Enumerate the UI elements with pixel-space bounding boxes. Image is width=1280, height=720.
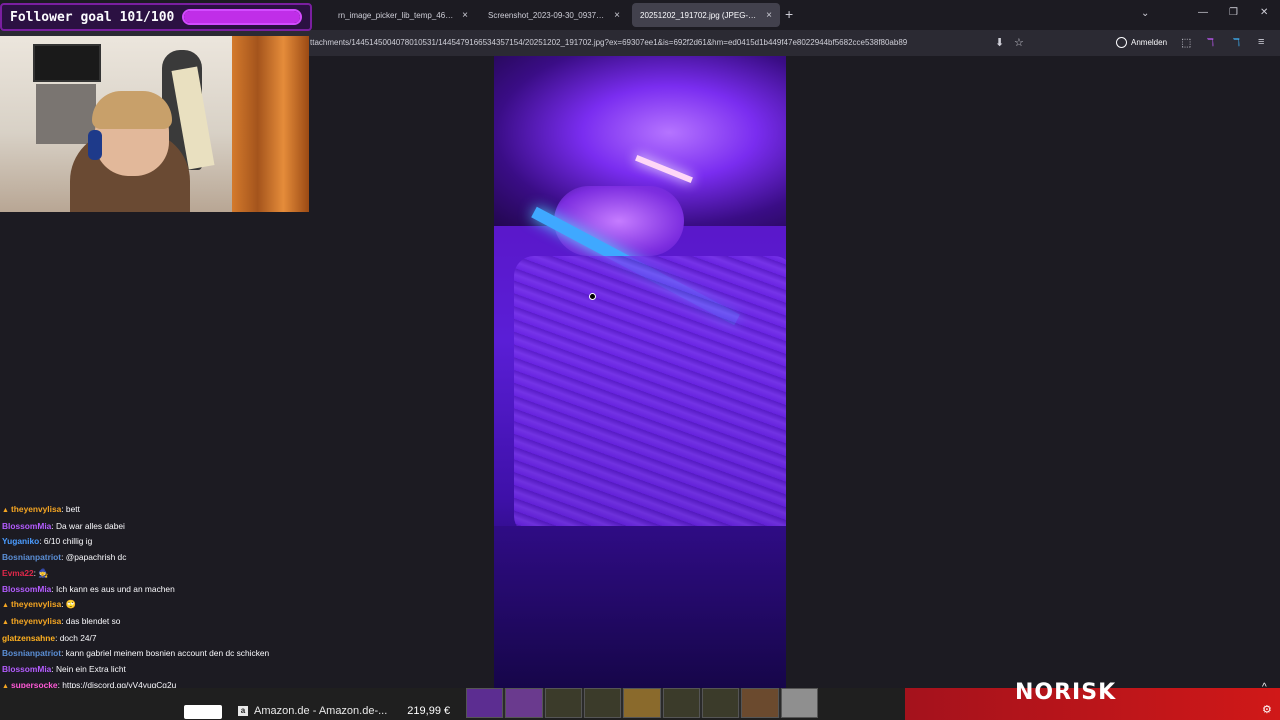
amazon-icon: a (238, 706, 248, 716)
webcam-streamer-hair (92, 91, 172, 129)
hotbar-slot (623, 688, 661, 718)
download-icon[interactable]: ⬇ (995, 36, 1004, 49)
tab-label: Screenshot_2023-09-30_093754.png (488, 10, 609, 20)
chat-text: : Nein ein Extra licht (51, 664, 126, 675)
amazon-label: Amazon.de - Amazon.de-... (254, 705, 388, 717)
mouse-cursor-icon (589, 293, 596, 300)
webcam-feed (0, 36, 309, 212)
hotbar-slot (505, 688, 543, 718)
badge-icon: ▲ (2, 602, 9, 610)
close-icon[interactable]: × (766, 10, 772, 21)
webcam-tv (33, 44, 101, 82)
photo-floor (494, 526, 786, 688)
chat-message: Bosnianpatriot: kann gabriel meinem bosn… (0, 646, 310, 662)
chat-message: glatzensahne: doch 24/7 (0, 631, 310, 647)
extension-blue-icon[interactable]: ℸ (1233, 36, 1240, 49)
close-icon[interactable]: × (614, 10, 620, 21)
follower-goal-fill (184, 11, 300, 23)
extension-purple-icon[interactable]: ℸ (1207, 36, 1214, 49)
restore-icon[interactable]: ❐ (1229, 7, 1238, 18)
tab-screenshot[interactable]: Screenshot_2023-09-30_093754.png × (480, 3, 628, 27)
badge-icon: ▲ (2, 507, 9, 514)
hotbar-slot (466, 688, 504, 718)
menu-icon[interactable]: ≡ (1258, 36, 1264, 48)
blank-tile (184, 705, 222, 719)
minimize-icon[interactable]: — (1198, 7, 1208, 18)
chat-username: glatzensahne (2, 632, 56, 643)
chat-text: : 🙄 (61, 599, 77, 610)
chat-message: Bosnianpatriot: @papachrish dc (0, 550, 310, 566)
account-icon (1116, 37, 1127, 48)
hotbar-slot (780, 688, 818, 718)
amazon-price: 219,99 € (407, 705, 451, 717)
tab-jpeg-active[interactable]: 20251202_191702.jpg (JPEG-Grafik × (632, 3, 780, 27)
tab-label: rn_image_picker_lib_temp_46a716e (338, 10, 457, 20)
stream-screen: rn_image_picker_lib_temp_46a716e × Scree… (0, 0, 1280, 720)
url-bar[interactable]: ttachments/1445145004078010531/144547916… (310, 30, 990, 56)
chevron-up-icon: ^ (1262, 682, 1267, 693)
close-icon[interactable]: × (462, 10, 468, 21)
chat-message: BlossomMia: Nein ein Extra licht (0, 662, 310, 678)
chat-username: BlossomMia (2, 583, 52, 594)
hotbar-slot (662, 688, 700, 718)
bedroom-photo[interactable] (494, 56, 786, 688)
hotbar-slot (701, 688, 740, 718)
photo-blanket (514, 256, 786, 536)
photo-pillows (554, 186, 684, 256)
headset-icon (88, 130, 102, 160)
new-tab-button[interactable]: + (785, 6, 793, 22)
badge-icon: ▲ (2, 618, 9, 626)
close-window-icon[interactable]: ✕ (1260, 7, 1268, 18)
chat-message: BlossomMia: Ich kann es aus und an mache… (0, 582, 310, 598)
tab-image-picker[interactable]: rn_image_picker_lib_temp_46a716e × (330, 3, 476, 27)
chat-text: : Da war alles dabei (51, 520, 125, 531)
tab-label: 20251202_191702.jpg (JPEG-Grafik (640, 10, 761, 20)
chevron-down-icon[interactable]: ⌄ (1141, 8, 1149, 19)
chat-text: : doch 24/7 (55, 632, 97, 643)
amazon-tab-item[interactable]: a Amazon.de - Amazon.de-... 219,99 € (238, 700, 458, 720)
chat-text: : Ich kann es aus und an machen (51, 583, 175, 594)
sponsor-brand-text: NORISK (1015, 680, 1117, 705)
chat-username: BlossomMia (2, 520, 52, 531)
game-hotbar (466, 688, 818, 718)
chat-text: : das blendet so (61, 615, 121, 626)
chat-username: theyenvylisa (11, 599, 62, 610)
follower-goal-bar (182, 9, 302, 25)
chat-message: Yuganiko: 6/10 chillig ig (0, 534, 310, 550)
chat-username: Bosnianpatriot (2, 552, 62, 563)
chat-username: theyenvylisa (11, 504, 62, 514)
hotbar-slot (544, 688, 582, 718)
bookmark-star-icon[interactable]: ☆ (1014, 36, 1024, 49)
chat-username: Bosnianpatriot (2, 648, 62, 659)
chat-text: : 6/10 chillig ig (39, 536, 93, 547)
gear-icon: ⚙ (1262, 704, 1272, 716)
follower-goal-widget: Follower goal 101/100 (0, 3, 312, 31)
hotbar-slot (583, 688, 622, 718)
webcam-shelf (36, 84, 96, 144)
chat-text: : 🧙 (33, 567, 49, 578)
chat-username: BlossomMia (2, 664, 52, 675)
chat-message: Evma22: 🧙 (0, 566, 310, 582)
chat-message: ▲ theyenvylisa: 🙄 (0, 597, 310, 614)
chat-message: ▲ theyenvylisa: bett (0, 502, 310, 519)
chat-text: : kann gabriel meinem bosnien account de… (61, 648, 270, 659)
hotbar-slot (741, 688, 779, 718)
chat-text: : @papachrish dc (61, 552, 127, 563)
chat-text: : bett (61, 504, 80, 514)
chat-message: ▲ theyenvylisa: das blendet so (0, 614, 310, 631)
chat-username: theyenvylisa (11, 615, 62, 626)
chat-message: BlossomMia: Da war alles dabei (0, 519, 310, 535)
sign-in-label: Anmelden (1131, 38, 1168, 47)
webcam-curtain (232, 36, 309, 212)
extensions-icon[interactable]: ⬚ (1181, 36, 1191, 49)
chat-username: Yuganiko (2, 536, 40, 547)
follower-goal-label: Follower goal 101/100 (10, 9, 175, 25)
sign-in-button[interactable]: Anmelden (1116, 37, 1167, 48)
chat-username: Evma22 (2, 567, 34, 578)
